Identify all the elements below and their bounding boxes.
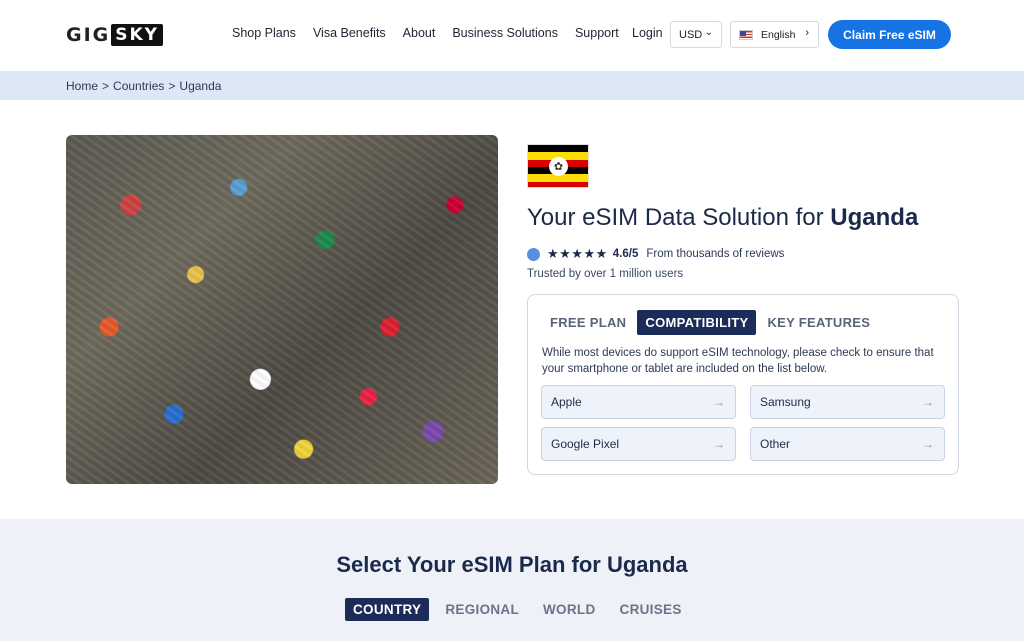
plan-tabs: COUNTRY REGIONAL WORLD CRUISES bbox=[345, 598, 698, 621]
breadcrumb-separator: > bbox=[102, 79, 110, 93]
compatibility-description: While most devices do support eSIM techn… bbox=[542, 347, 934, 375]
nav-about[interactable]: About bbox=[403, 26, 436, 40]
device-other-button[interactable]: Other → bbox=[750, 427, 945, 461]
language-value: English bbox=[761, 28, 796, 41]
uganda-market-photo bbox=[66, 135, 498, 484]
logo-text-right: SKY bbox=[111, 24, 163, 46]
breadcrumb-current: Uganda bbox=[179, 79, 222, 93]
tab-free-plan[interactable]: FREE PLAN bbox=[542, 310, 634, 335]
arrow-right-icon: → bbox=[713, 437, 725, 451]
arrow-right-icon: → bbox=[922, 437, 934, 451]
rating-score: 4.6/5 bbox=[612, 248, 639, 260]
device-google-pixel-button[interactable]: Google Pixel → bbox=[541, 427, 736, 461]
currency-value: USD bbox=[679, 28, 703, 41]
nav-visa-benefits[interactable]: Visa Benefits bbox=[313, 26, 386, 40]
review-badge-icon bbox=[527, 247, 540, 261]
nav-shop-plans[interactable]: Shop Plans bbox=[232, 26, 296, 40]
chevron-down-icon: ⌄ bbox=[704, 27, 713, 38]
arrow-right-icon: → bbox=[713, 395, 725, 409]
breadcrumb-home[interactable]: Home bbox=[66, 79, 98, 93]
main-nav: Shop Plans Visa Benefits About Business … bbox=[232, 26, 636, 40]
device-apple-button[interactable]: Apple → bbox=[541, 385, 736, 419]
breadcrumb-countries[interactable]: Countries bbox=[113, 79, 164, 93]
device-label: Google Pixel bbox=[551, 437, 620, 451]
claim-free-esim-button[interactable]: Claim Free eSIM bbox=[828, 20, 951, 49]
rating-text: From thousands of reviews bbox=[646, 248, 785, 260]
currency-select[interactable]: USD ⌄ bbox=[670, 21, 722, 48]
us-flag-icon bbox=[739, 29, 753, 40]
plan-section-title: Select Your eSIM Plan for Uganda bbox=[336, 552, 688, 577]
plan-selection-section: Select Your eSIM Plan for Uganda COUNTRY… bbox=[0, 519, 1024, 641]
tab-country[interactable]: COUNTRY bbox=[345, 598, 430, 621]
login-link[interactable]: Login bbox=[632, 26, 663, 40]
info-card: FREE PLAN COMPATIBILITY KEY FEATURES Whi… bbox=[527, 294, 959, 475]
device-samsung-button[interactable]: Samsung → bbox=[750, 385, 945, 419]
logo-text-left: GIG bbox=[66, 24, 111, 46]
uganda-flag: ✿ bbox=[527, 144, 589, 188]
breadcrumb: Home > Countries > Uganda bbox=[66, 79, 221, 93]
nav-support[interactable]: Support bbox=[575, 26, 619, 40]
arrow-right-icon: → bbox=[922, 395, 934, 409]
language-select[interactable]: English › bbox=[730, 21, 819, 48]
tab-regional[interactable]: REGIONAL bbox=[437, 598, 527, 621]
site-header: GIG SKY Shop Plans Visa Benefits About B… bbox=[0, 0, 1024, 70]
device-label: Other bbox=[760, 437, 791, 451]
rating-row: ★★★★★ 4.6/5 From thousands of reviews bbox=[527, 246, 784, 262]
device-label: Apple bbox=[551, 395, 582, 409]
tab-cruises[interactable]: CRUISES bbox=[612, 598, 690, 621]
star-rating-icon: ★★★★★ bbox=[547, 246, 608, 261]
page-title: Your eSIM Data Solution for Uganda bbox=[527, 204, 919, 231]
crane-emblem-icon: ✿ bbox=[549, 157, 568, 176]
tab-key-features[interactable]: KEY FEATURES bbox=[759, 310, 878, 335]
device-label: Samsung bbox=[760, 395, 811, 409]
chevron-right-icon: › bbox=[805, 27, 809, 39]
gigsky-logo[interactable]: GIG SKY bbox=[66, 24, 163, 46]
breadcrumb-separator: > bbox=[168, 79, 176, 93]
nav-business-solutions[interactable]: Business Solutions bbox=[452, 26, 558, 40]
tab-compatibility[interactable]: COMPATIBILITY bbox=[637, 310, 757, 335]
tab-world[interactable]: WORLD bbox=[535, 598, 604, 621]
info-tabs: FREE PLAN COMPATIBILITY KEY FEATURES bbox=[542, 310, 881, 335]
trusted-text: Trusted by over 1 million users bbox=[527, 268, 684, 280]
breadcrumb-bar: Home > Countries > Uganda bbox=[0, 71, 1024, 100]
